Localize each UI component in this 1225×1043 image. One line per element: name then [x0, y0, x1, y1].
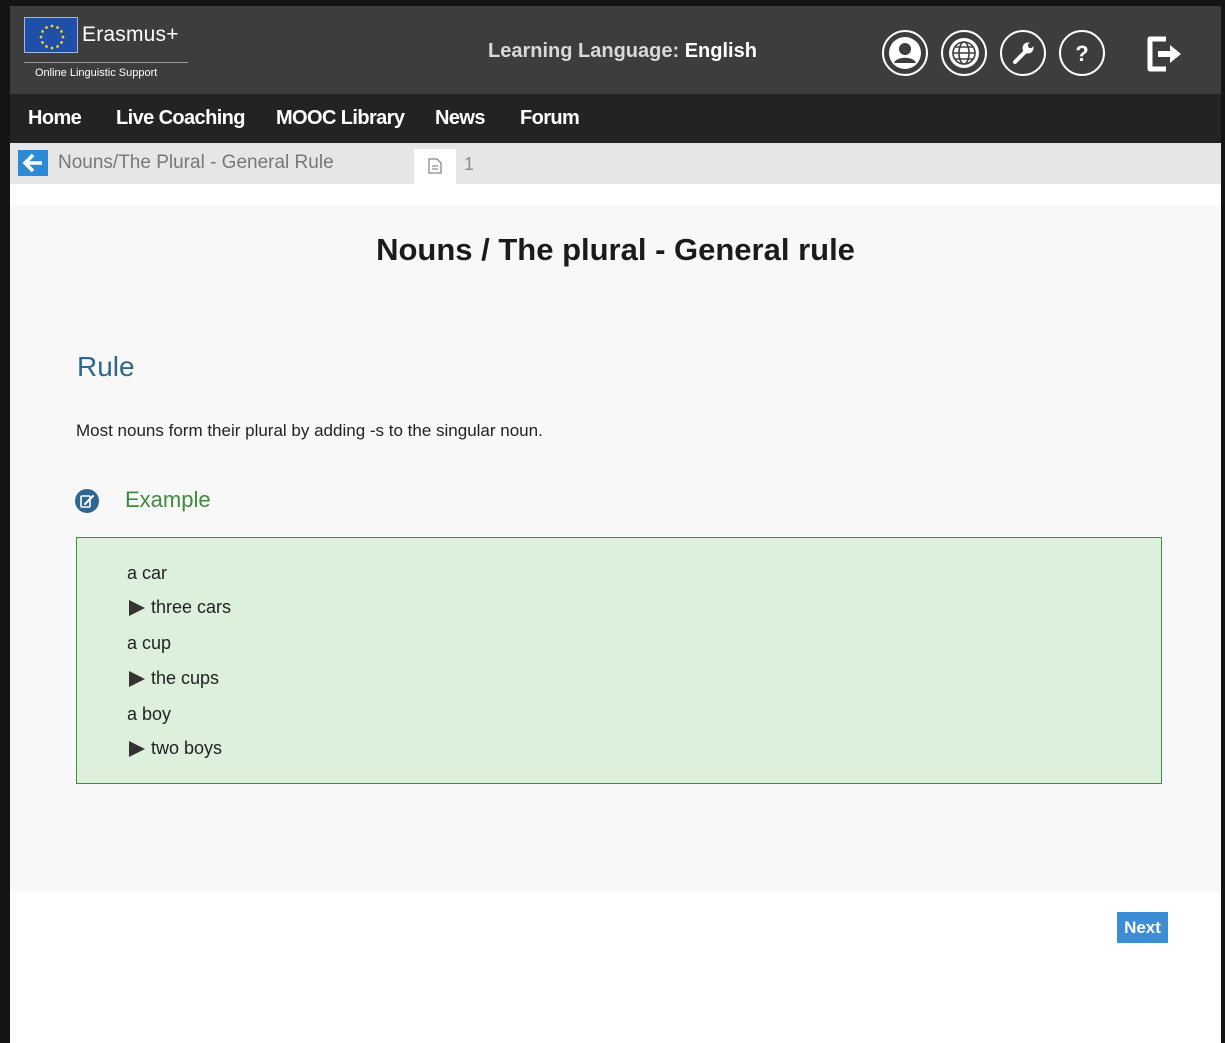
example-box: a car three cars a cup the cups a boy tw… [76, 537, 1162, 784]
nav-home[interactable]: Home [28, 107, 82, 130]
eu-flag-icon [24, 17, 78, 53]
example-singular: a boy [127, 704, 172, 724]
logo-divider [24, 62, 188, 63]
learning-language-value: English [684, 40, 757, 62]
globe-icon[interactable] [941, 30, 987, 76]
header-bar: Erasmus+ Online Linguistic Support Learn… [10, 6, 1221, 94]
example-plural: the cups [151, 668, 220, 688]
logout-icon[interactable] [1144, 33, 1186, 75]
example-singular: a car [127, 563, 168, 583]
app: Erasmus+ Online Linguistic Support Learn… [10, 6, 1221, 1043]
logo-name: Erasmus+ [82, 23, 179, 46]
example-plural: three cars [151, 597, 232, 617]
nav-live-coaching[interactable]: Live Coaching [116, 107, 245, 130]
learning-language-label: Learning Language: [488, 40, 680, 62]
page-tab[interactable] [414, 149, 456, 184]
example-singular: a cup [127, 633, 172, 653]
erasmus-logo[interactable]: Erasmus+ Online Linguistic Support [24, 17, 194, 83]
help-icon[interactable]: ? [1059, 30, 1105, 76]
learning-language: Learning Language: English [488, 40, 757, 63]
next-button[interactable]: Next [1117, 912, 1168, 943]
document-icon [428, 158, 442, 174]
lesson-content: Nouns / The plural - General rule Rule M… [10, 206, 1221, 892]
example-label: Example [125, 487, 211, 512]
page-title: Nouns / The plural - General rule [376, 232, 855, 267]
triangle-right-icon [129, 741, 145, 757]
back-button[interactable] [18, 150, 48, 176]
window-frame-left [0, 0, 10, 1043]
window-frame-right [1221, 0, 1225, 1043]
breadcrumb-text[interactable]: Nouns/The Plural - General Rule [58, 152, 334, 174]
logo-subtitle: Online Linguistic Support [35, 67, 158, 79]
triangle-right-icon [129, 671, 145, 687]
main-nav: Home Live Coaching MOOC Library News For… [10, 94, 1221, 143]
page-number[interactable]: 1 [464, 154, 474, 175]
edit-note-icon [75, 489, 99, 513]
arrow-left-icon [22, 153, 42, 173]
wrench-icon[interactable] [1000, 30, 1046, 76]
user-icon[interactable] [882, 30, 928, 76]
triangle-right-icon [129, 600, 145, 616]
example-plural: two boys [151, 738, 223, 758]
rule-heading: Rule [77, 351, 135, 382]
breadcrumb: Nouns/The Plural - General Rule 1 [10, 143, 1221, 184]
nav-forum[interactable]: Forum [520, 107, 580, 130]
rule-text: Most nouns form their plural by adding -… [76, 421, 543, 440]
nav-mooc-library[interactable]: MOOC Library [276, 107, 405, 130]
nav-news[interactable]: News [435, 107, 485, 130]
svg-text:?: ? [1075, 41, 1088, 66]
